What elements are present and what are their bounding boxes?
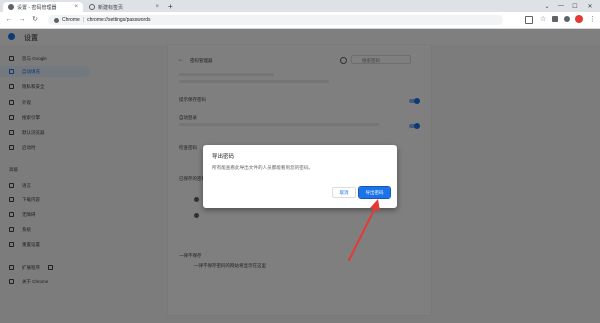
chrome-logo-icon: [54, 17, 59, 23]
tab-title: 设置 - 密码管理器: [17, 4, 57, 11]
globe-icon: [89, 4, 95, 10]
tab-settings[interactable]: 设置 - 密码管理器 ×: [3, 2, 83, 12]
menu-icon[interactable]: ⋮: [589, 15, 596, 23]
share-icon[interactable]: [525, 16, 533, 24]
url-separator: |: [82, 17, 85, 23]
tab-title: 新建标签页: [98, 4, 124, 11]
tab-close-icon[interactable]: ×: [155, 4, 159, 10]
annotation-arrow-icon: [348, 199, 380, 261]
profile-avatar[interactable]: [575, 15, 583, 23]
tab-search-icon[interactable]: ⌄: [540, 0, 554, 12]
back-button[interactable]: ←: [4, 14, 14, 24]
close-window-button[interactable]: ✕: [583, 0, 597, 12]
settings-favicon-icon: [8, 4, 14, 10]
dialog-body: 所有能查看此导出文件的人员都能看到您的密码。: [212, 165, 314, 170]
tab-strip: 设置 - 密码管理器 × 新建标签页 × + ⌄ — ☐ ✕: [0, 0, 600, 12]
address-bar[interactable]: Chrome | chrome://settings/passwords: [48, 15, 503, 25]
maximize-button[interactable]: ☐: [568, 0, 582, 12]
url-text: chrome://settings/passwords: [87, 17, 151, 23]
bookmark-star-icon[interactable]: ☆: [540, 15, 546, 23]
url-scheme: Chrome: [62, 17, 80, 23]
extensions-icon[interactable]: [552, 16, 558, 22]
forward-button[interactable]: →: [17, 14, 27, 24]
reload-button[interactable]: ↻: [30, 14, 40, 24]
new-tab-button[interactable]: +: [168, 2, 173, 11]
toolbar: ← → ↻ Chrome | chrome://settings/passwor…: [0, 12, 600, 29]
minimize-button[interactable]: —: [554, 0, 568, 12]
tab-close-icon[interactable]: ×: [74, 4, 78, 10]
dialog-title: 导出密码: [212, 154, 235, 160]
media-icon[interactable]: [564, 16, 570, 22]
tab-new-tab[interactable]: 新建标签页 ×: [84, 2, 164, 12]
